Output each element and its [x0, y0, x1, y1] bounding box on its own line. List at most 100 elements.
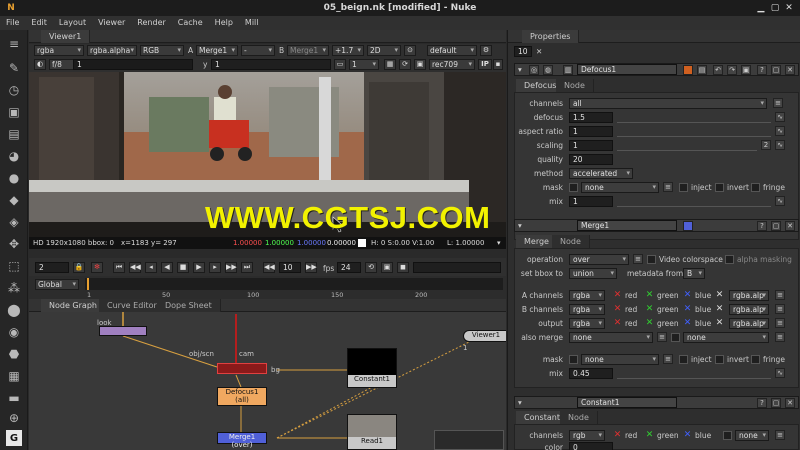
pause-icon[interactable]: ▦ — [384, 59, 396, 70]
menu-viewer[interactable]: Viewer — [92, 16, 131, 30]
alpha-dropdown[interactable]: rgba.alpha — [87, 45, 137, 56]
next-keyframe-icon[interactable]: ▶▶ — [225, 262, 237, 273]
undo-icon[interactable]: ↶ — [713, 65, 723, 75]
gain-field[interactable]: 1 — [73, 59, 193, 70]
scene-node[interactable] — [217, 363, 267, 374]
mask-checkbox[interactable] — [569, 183, 578, 192]
out-menu-icon[interactable]: ≡ — [775, 318, 785, 328]
max-panels-field[interactable]: 10 — [514, 46, 532, 57]
view-mode-dropdown[interactable]: 2D — [367, 45, 401, 56]
drawer-icon[interactable]: ▬ — [6, 390, 22, 406]
aspect-field[interactable]: 1 — [569, 126, 613, 137]
channel-icon[interactable]: ▤ — [6, 126, 22, 142]
look-node[interactable] — [99, 326, 147, 336]
c-alpha-checkbox[interactable] — [723, 431, 732, 440]
merge-color-swatch-icon[interactable] — [683, 221, 693, 231]
timeline-track[interactable] — [85, 278, 503, 290]
c-menu-icon[interactable]: ≡ — [775, 430, 785, 440]
operation-menu-icon[interactable]: ≡ — [633, 254, 643, 264]
constant-close-icon[interactable]: ✕ — [785, 398, 795, 408]
merge-mask-menu-icon[interactable]: ≡ — [663, 354, 673, 364]
first-frame-icon[interactable]: ⏮ — [113, 262, 125, 273]
cube-icon[interactable]: ⬚ — [6, 258, 22, 274]
roi-icon[interactable]: ▭ — [334, 59, 346, 70]
float-icon[interactable]: ▣ — [741, 65, 751, 75]
constant-color-field[interactable]: 0 — [569, 442, 613, 450]
redo-icon[interactable]: ↷ — [727, 65, 737, 75]
a-alpha-check-icon[interactable]: ✕ — [715, 291, 724, 300]
fullscreen-icon[interactable]: ▪ — [493, 59, 503, 70]
filter-icon[interactable]: ◆ — [6, 192, 22, 208]
color-swatch-icon[interactable] — [683, 65, 693, 75]
maximize-button[interactable]: ▢ — [770, 3, 780, 13]
input-process-dropdown[interactable]: rec709 — [429, 59, 475, 70]
merge-mix-slider[interactable] — [617, 368, 771, 379]
loop-icon[interactable]: ⟲ — [365, 262, 377, 273]
skip-back-icon[interactable]: ◀◀ — [263, 262, 275, 273]
help-icon[interactable]: ? — [757, 65, 767, 75]
b-green-check-icon[interactable]: ✕ — [645, 305, 654, 314]
scaling-field[interactable]: 1 — [569, 140, 613, 151]
menu-render[interactable]: Render — [131, 16, 171, 30]
metadata-dropdown[interactable]: B — [683, 268, 705, 279]
merge-mix-curve-icon[interactable]: ∿ — [775, 368, 785, 378]
frame-step-field[interactable]: 10 — [279, 262, 301, 273]
mask-menu-icon[interactable]: ≡ — [663, 182, 673, 192]
compare-dropdown[interactable]: - — [241, 45, 275, 56]
constant-collapse-icon[interactable]: ▾ — [518, 398, 522, 407]
constant-help-icon[interactable]: ? — [757, 398, 767, 408]
constant-node[interactable]: Constant1 — [347, 348, 397, 388]
fps-field[interactable]: 24 — [337, 262, 361, 273]
defocus-panel-header[interactable]: ▾ ◎ ◍ ▥ Defocus1 ▤ ↶ ↷ ▣ ? ▢ ✕ — [514, 63, 799, 76]
prev-frame-icon[interactable]: ◂ — [145, 262, 157, 273]
layers-icon[interactable]: ◈ — [6, 214, 22, 230]
menu-help[interactable]: Help — [209, 16, 239, 30]
toolsets-icon[interactable]: ▦ — [6, 368, 22, 384]
scaling-slider[interactable] — [617, 140, 757, 151]
constant-name-field[interactable]: Constant1 — [577, 397, 677, 408]
color-wheel-icon[interactable]: ◕ — [6, 148, 22, 164]
collapse-icon[interactable]: ▾ — [518, 65, 522, 74]
transform-icon[interactable]: ✥ — [6, 236, 22, 252]
merge-invert-checkbox[interactable] — [715, 355, 724, 364]
c-red-check-icon[interactable]: ✕ — [613, 431, 622, 440]
lut-dropdown[interactable]: default — [427, 45, 477, 56]
b-channels-dropdown[interactable]: rgba — [569, 304, 605, 315]
a-alpha-dropdown[interactable]: rgba.alp — [729, 290, 769, 301]
quality-field[interactable]: 20 — [569, 154, 613, 165]
globe-icon[interactable]: ⊕ — [6, 410, 22, 426]
b-menu-icon[interactable]: ≡ — [775, 304, 785, 314]
play-backward-icon[interactable]: ◀ — [161, 262, 173, 273]
merge-close-icon[interactable]: ✕ — [785, 221, 795, 231]
out-alpha-dropdown[interactable]: rgba.alp — [729, 318, 769, 329]
output-dropdown[interactable]: rgba — [569, 318, 605, 329]
clip-warning-icon[interactable]: ▣ — [414, 59, 426, 70]
scaling-curve-icon[interactable]: ∿ — [775, 140, 785, 150]
refresh-icon[interactable]: ⟳ — [399, 59, 411, 70]
menu-edit[interactable]: Edit — [25, 16, 53, 30]
exposure-icon[interactable]: ◐ — [34, 59, 46, 70]
b-red-check-icon[interactable]: ✕ — [613, 305, 622, 314]
operation-dropdown[interactable]: over — [569, 254, 629, 265]
deep-icon[interactable]: ⬤ — [6, 302, 22, 318]
a-menu-icon[interactable]: ≡ — [775, 290, 785, 300]
current-frame-field[interactable]: 2 — [35, 262, 69, 273]
node-center-icon[interactable]: ◎ — [529, 65, 539, 75]
last-frame-icon[interactable]: ⏭ — [241, 262, 253, 273]
tab-defocus-node[interactable]: Node — [556, 79, 594, 92]
clock-icon[interactable]: ◷ — [6, 82, 22, 98]
also-merge-menu-icon[interactable]: ≡ — [657, 332, 667, 342]
tab-merge-node[interactable]: Node — [552, 235, 590, 248]
gain-dropdown[interactable]: +1.7 — [332, 45, 364, 56]
also-merge-dropdown-2[interactable]: none — [683, 332, 769, 343]
record-icon[interactable]: ◼ — [397, 262, 409, 273]
tab-dope-sheet[interactable]: Dope Sheet — [157, 299, 221, 312]
next-frame-icon[interactable]: ▸ — [209, 262, 221, 273]
mix-slider[interactable] — [617, 196, 771, 207]
node-color-icon[interactable]: ◍ — [543, 65, 553, 75]
input-a-dropdown[interactable]: Merge1 — [196, 45, 238, 56]
merge-help-icon[interactable]: ? — [757, 221, 767, 231]
merge-panel-header[interactable]: ▾ Merge1 ? ▢ ✕ — [514, 219, 799, 232]
lock-icon[interactable]: 🔒 — [73, 262, 85, 273]
pencil-icon[interactable]: ✎ — [6, 60, 22, 76]
